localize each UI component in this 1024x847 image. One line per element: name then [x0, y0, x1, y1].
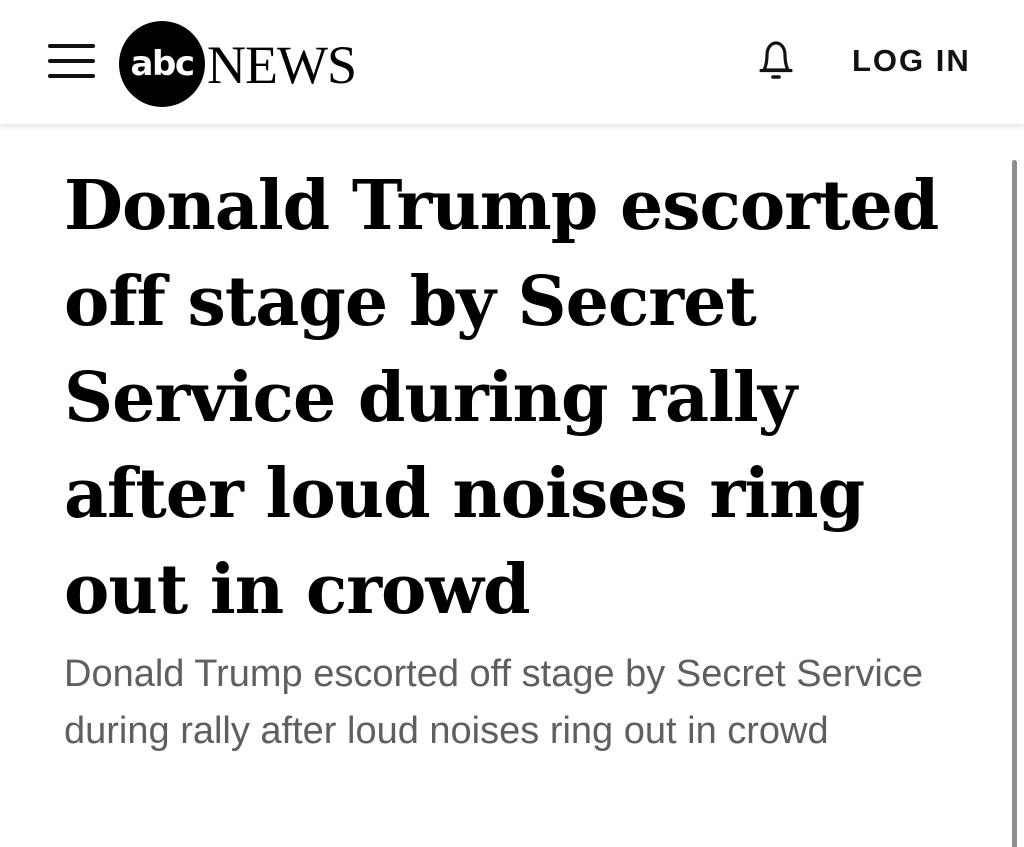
bell-icon[interactable] [752, 37, 800, 83]
article-headline: Donald Trump escorted off stage by Secre… [64, 166, 939, 630]
abc-logo-circle: abc [119, 21, 205, 107]
menu-bar [48, 74, 95, 78]
menu-bar [48, 44, 95, 48]
site-header: abc NEWS LOG IN [0, 0, 1024, 124]
menu-bar [48, 59, 95, 63]
abc-news-logo[interactable]: abc NEWS [119, 21, 357, 107]
article-header: Donald Trump escorted off stage by Secre… [64, 158, 964, 760]
news-wordmark: NEWS [207, 35, 357, 95]
article-subheadline: Donald Trump escorted off stage by Secre… [64, 653, 923, 752]
bell-icon-graphic [759, 41, 793, 79]
hamburger-menu-icon[interactable] [48, 41, 96, 81]
scrollbar[interactable] [1012, 160, 1017, 847]
login-button[interactable]: LOG IN [852, 43, 971, 79]
